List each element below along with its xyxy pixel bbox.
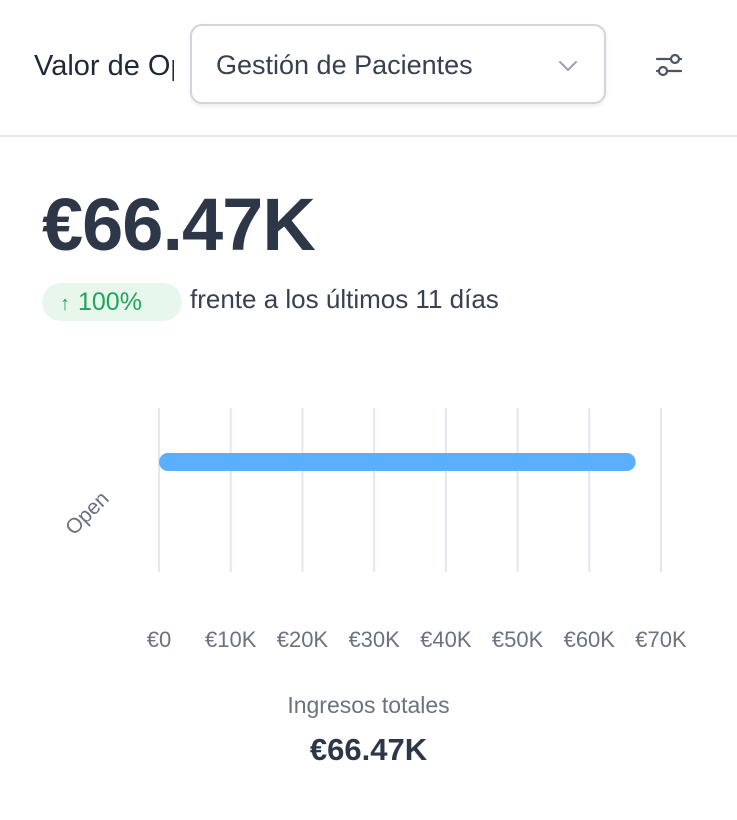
total-value: €66.47K [309,732,428,767]
widget-title: Valor de Oportunidades [34,50,174,82]
change-badge: ↑ 100% [42,283,182,321]
x-tick-label: €50K [492,627,544,652]
x-tick-label: €70K [635,627,687,652]
y-tick-label: Open [61,487,114,540]
x-tick-label: €20K [277,627,329,652]
comparison-text: frente a los últimos 11 días [190,284,499,314]
kpi-value: €66.47K [42,183,316,266]
x-tick-label: €40K [420,627,472,652]
pipeline-select-value: Gestión de Pacientes [216,50,473,80]
x-tick-label: €0 [147,627,171,652]
x-tick-label: €10K [205,627,257,652]
chevron-down-icon [559,61,577,71]
bar-open [159,453,636,471]
pipeline-select[interactable]: Gestión de Pacientes [190,24,606,104]
arrow-up-icon: ↑ [60,293,70,315]
sliders-icon[interactable] [648,44,690,86]
x-tick-label: €30K [348,627,400,652]
change-value: 100% [78,288,142,316]
x-tick-label: €60K [564,627,616,652]
widget-header: Valor de Oportunidades Gestión de Pacien… [0,0,737,137]
revenue-bar-chart: €0 €10K €20K €30K €40K €50K €60K €70K Open [61,408,687,652]
total-label: Ingresos totales [287,692,450,718]
